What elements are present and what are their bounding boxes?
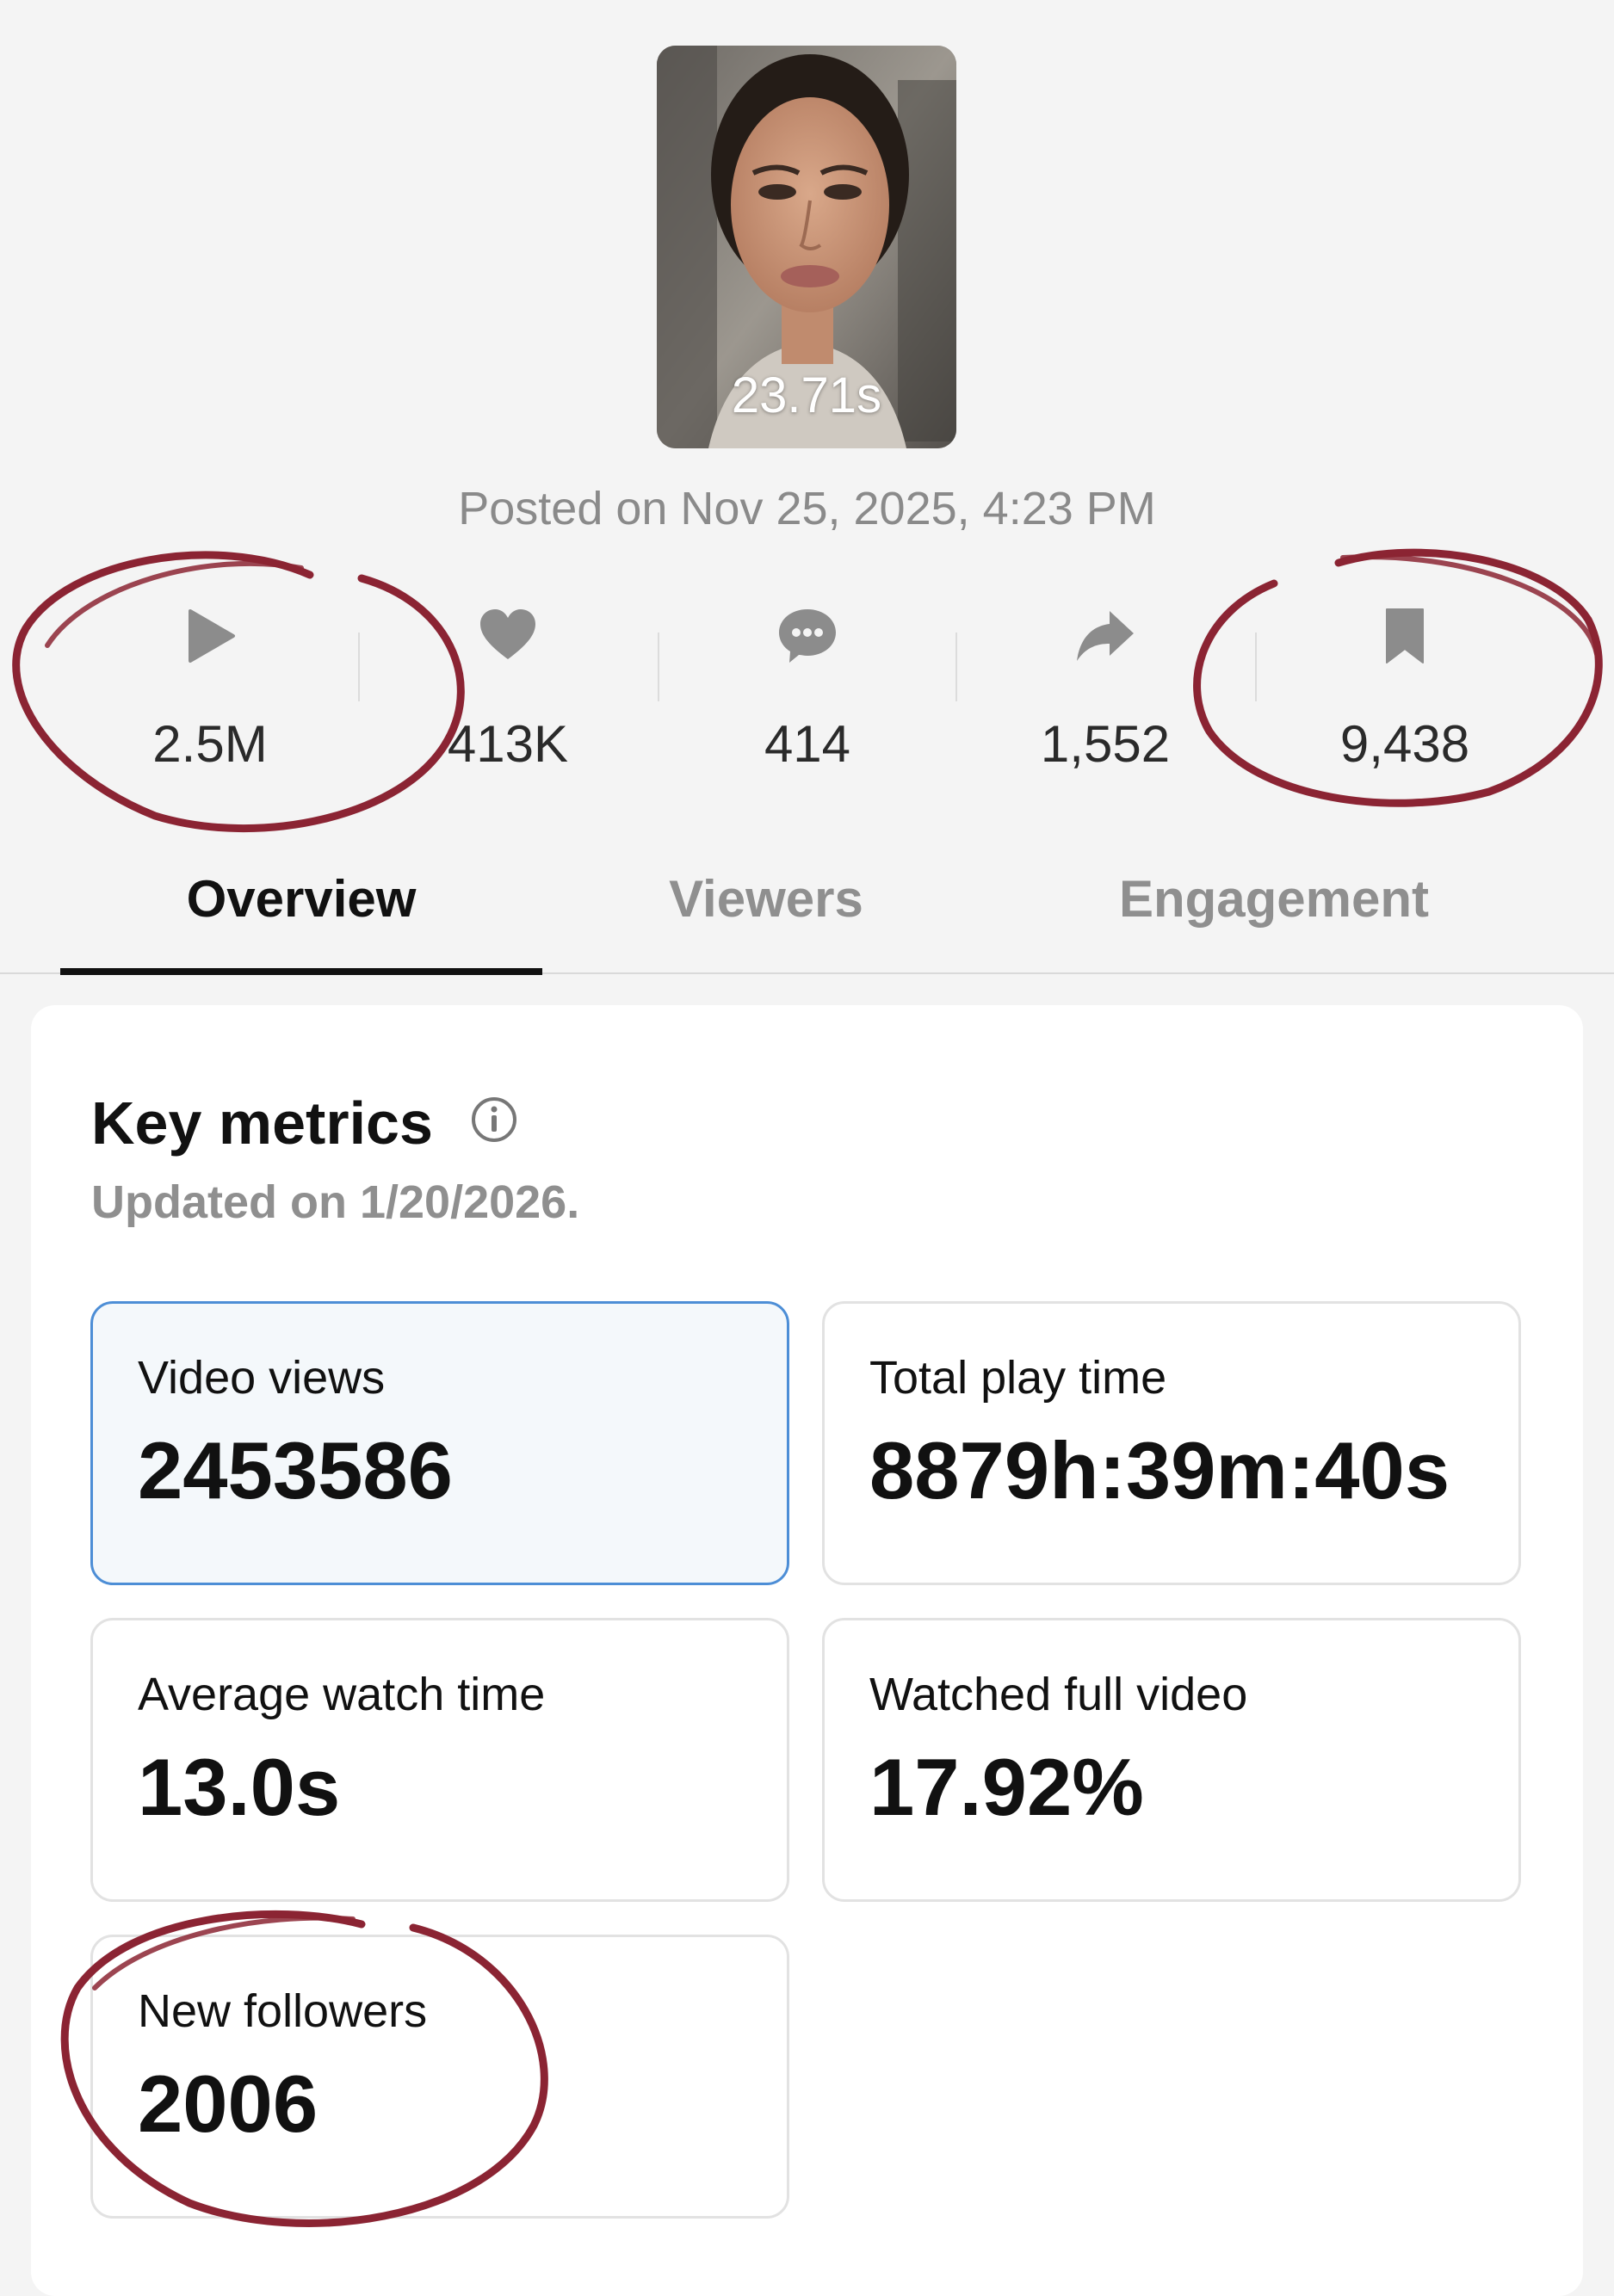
tab-overview[interactable]: Overview [60, 869, 542, 929]
stats-row: 2.5M 413K 414 1,552 9,438 [0, 594, 1614, 792]
stat-shares[interactable]: 1,552 [955, 594, 1255, 792]
metric-watched-full-video[interactable]: Watched full video 17.92% [822, 1618, 1521, 1902]
metric-label: Total play time [869, 1352, 1167, 1404]
metric-value: 2006 [138, 2058, 318, 2149]
share-icon [1077, 611, 1134, 661]
bookmark-icon [1386, 608, 1424, 663]
stat-saves[interactable]: 9,438 [1255, 594, 1555, 792]
metric-label: Watched full video [869, 1669, 1248, 1720]
video-thumbnail[interactable]: 23.71s [657, 46, 956, 448]
key-metrics-title: Key metrics [91, 1089, 433, 1157]
stat-value: 414 [764, 715, 851, 773]
comment-icon [779, 609, 836, 663]
stat-value: 1,552 [1040, 715, 1171, 773]
updated-date: Updated on 1/20/2026. [91, 1176, 580, 1228]
key-metrics-card: Key metrics Updated on 1/20/2026. Video … [31, 1005, 1583, 2296]
play-icon [189, 609, 235, 663]
metric-label: Video views [138, 1352, 386, 1404]
stat-comments[interactable]: 414 [658, 594, 957, 792]
metric-value: 17.92% [869, 1742, 1144, 1832]
tab-engagement[interactable]: Engagement [1033, 869, 1515, 929]
stat-value: 413K [447, 715, 569, 773]
tab-bar: Overview Viewers Engagement [0, 843, 1614, 975]
metric-label: New followers [138, 1985, 428, 2037]
info-icon[interactable] [470, 1096, 518, 1144]
metric-value: 8879h:39m:40s [869, 1425, 1450, 1515]
heart-icon [480, 609, 535, 659]
active-tab-indicator [60, 968, 542, 975]
stat-value: 9,438 [1339, 715, 1470, 773]
metric-total-play-time[interactable]: Total play time 8879h:39m:40s [822, 1301, 1521, 1585]
stat-likes[interactable]: 413K [358, 594, 658, 792]
metric-average-watch-time[interactable]: Average watch time 13.0s [90, 1618, 789, 1902]
stat-views[interactable]: 2.5M [60, 594, 360, 792]
metric-value: 13.0s [138, 1742, 341, 1832]
metric-video-views[interactable]: Video views 2453586 [90, 1301, 789, 1585]
video-duration: 23.71s [731, 367, 882, 423]
tab-viewers[interactable]: Viewers [594, 869, 938, 929]
posted-date: Posted on Nov 25, 2025, 4:23 PM [458, 483, 1156, 534]
metric-value: 2453586 [138, 1425, 453, 1515]
stat-value: 2.5M [152, 715, 268, 773]
metric-label: Average watch time [138, 1669, 546, 1720]
metric-new-followers[interactable]: New followers 2006 [90, 1935, 789, 2219]
